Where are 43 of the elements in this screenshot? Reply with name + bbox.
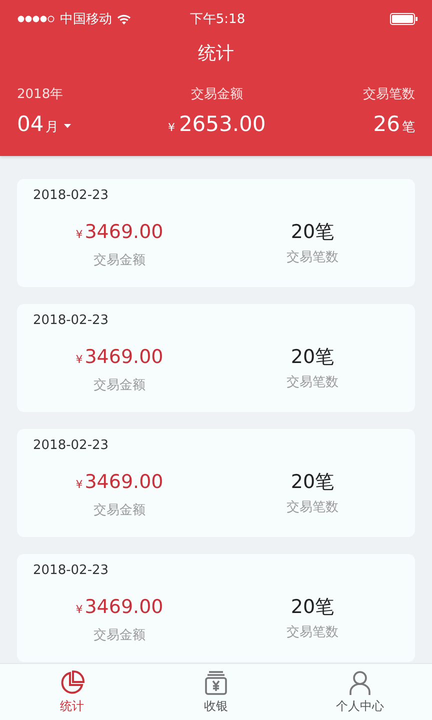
record-card[interactable]: 2018-02-23 ¥3469.00 交易金额 20笔 交易笔数: [17, 179, 415, 287]
tab[interactable]: 收银: [144, 664, 288, 720]
record-count: 20笔: [290, 470, 334, 494]
tab[interactable]: 统计: [0, 664, 144, 720]
carrier-name: 中国移动: [60, 11, 112, 28]
tab[interactable]: 个人中心: [288, 664, 432, 720]
amount-label: 交易金额: [94, 502, 146, 520]
page-title: 统计: [197, 42, 235, 66]
wifi-icon: [117, 14, 131, 24]
total-count: 26 笔: [373, 111, 415, 138]
battery-icon: [390, 13, 418, 25]
record-count: 20笔: [290, 220, 334, 244]
month-picker[interactable]: 04 月: [17, 110, 71, 142]
count-label: 交易笔数: [286, 499, 338, 517]
caret-icon: [64, 124, 71, 128]
total-amount: ¥ 2653.00: [168, 111, 266, 138]
record-card[interactable]: 2018-02-23 ¥3469.00 交易金额 20笔 交易笔数: [17, 304, 415, 412]
record-amount: ¥3469.00: [76, 220, 164, 245]
person-icon: [347, 670, 373, 696]
count-label: 交易笔数: [286, 249, 338, 267]
signal-icon: [17, 15, 55, 23]
cash-box-icon: [203, 670, 229, 696]
record-amount: ¥3469.00: [76, 345, 164, 370]
amount-label: 交易金额: [94, 252, 146, 270]
record-card[interactable]: 2018-02-23 ¥3469.00 交易金额 20笔 交易笔数: [17, 429, 415, 537]
count-label: 交易笔数: [286, 374, 338, 392]
record-amount: ¥3469.00: [76, 470, 164, 495]
pie-chart-icon: [59, 670, 85, 696]
count-label: 交易笔数: [286, 624, 338, 642]
record-date: 2018-02-23: [33, 562, 109, 580]
record-count: 20笔: [290, 595, 334, 619]
record-count: 20笔: [290, 345, 334, 369]
record-date: 2018-02-23: [33, 187, 109, 205]
amount-label: 交易金额: [190, 86, 243, 104]
record-date: 2018-02-23: [33, 437, 109, 455]
record-amount: ¥3469.00: [76, 595, 164, 620]
count-label: 交易笔数: [362, 86, 415, 104]
record-date: 2018-02-23: [33, 312, 109, 330]
year-label: 2018年: [17, 86, 64, 104]
status-time: 下午5:18: [190, 11, 246, 28]
amount-label: 交易金额: [94, 627, 146, 645]
amount-label: 交易金额: [94, 377, 146, 395]
record-card[interactable]: 2018-02-23 ¥3469.00 交易金额 20笔 交易笔数: [17, 554, 415, 662]
